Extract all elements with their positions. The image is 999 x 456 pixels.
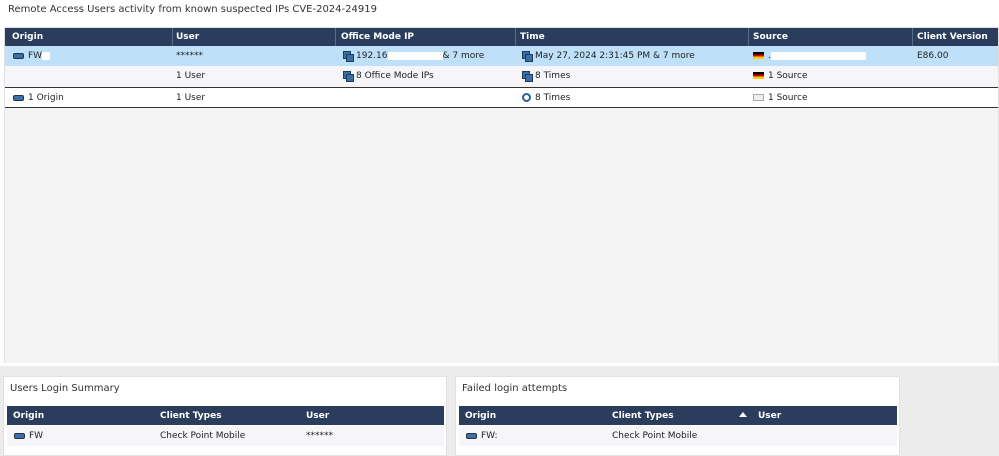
col-time[interactable]: Time <box>520 32 545 42</box>
col-origin[interactable]: Origin <box>12 32 43 42</box>
multi-value-icon <box>522 51 533 62</box>
cell-time: May 27, 2024 2:31:45 PM & 7 more <box>522 51 695 62</box>
panel-title: Failed login attempts <box>462 383 568 394</box>
redaction <box>42 51 51 60</box>
gateway-icon <box>14 432 25 439</box>
table-row-summary[interactable]: 1 User 8 Office Mode IPs 8 Times 1 Sourc… <box>5 66 998 86</box>
cell-ip: 192.16 & 7 more <box>343 51 485 62</box>
multi-value-icon <box>343 71 354 82</box>
cell-client-type: Check Point Mobile <box>612 431 698 441</box>
panel-title: Users Login Summary <box>10 383 120 394</box>
col-client-types[interactable]: Client Types <box>612 411 674 421</box>
cell-user: ****** <box>176 51 203 61</box>
col-user[interactable]: User <box>758 411 781 421</box>
col-office-mode-ip[interactable]: Office Mode IP <box>341 32 414 42</box>
time-text[interactable]: May 27, 2024 2:31:45 PM & 7 more <box>535 51 695 61</box>
redaction <box>770 51 866 60</box>
cell-origin: FW <box>13 51 51 61</box>
col-user[interactable]: User <box>306 411 329 421</box>
col-client-version[interactable]: Client Version <box>917 32 988 42</box>
cell-user: 1 User <box>176 93 206 103</box>
cell-client-version: E86.00 <box>917 51 949 61</box>
col-client-types[interactable]: Client Types <box>160 411 222 421</box>
cell-ip: 8 Office Mode IPs <box>343 71 434 82</box>
table-empty-area <box>5 109 998 363</box>
time-count-text[interactable]: 8 Times <box>535 71 570 81</box>
gateway-icon <box>13 94 24 101</box>
ip-text: 192.16 <box>356 51 388 61</box>
origin-text: FW <box>29 431 44 441</box>
origin-count-text[interactable]: 1 Origin <box>28 93 64 103</box>
multi-value-icon <box>522 71 533 82</box>
table-row[interactable]: FW: Check Point Mobile <box>459 426 897 446</box>
col-source[interactable]: Source <box>753 32 788 42</box>
germany-flag-icon <box>753 72 764 79</box>
cell-user: ****** <box>306 431 333 441</box>
redaction <box>387 51 443 60</box>
col-divider[interactable] <box>748 28 749 46</box>
activity-grid: Origin User Office Mode IP Time Source C… <box>4 27 999 363</box>
cell-origin: FW <box>14 431 43 441</box>
origin-text: FW <box>28 51 43 61</box>
cell-client-type: Check Point Mobile <box>160 431 246 441</box>
failed-login-attempts-panel: Failed login attempts Origin Client Type… <box>455 376 900 456</box>
time-count-text[interactable]: 8 Times <box>535 93 570 103</box>
source-count-text[interactable]: 1 Source <box>768 93 808 103</box>
source-count-text[interactable]: 1 Source <box>768 71 808 81</box>
main-report-panel: Remote Access Users activity from known … <box>0 0 999 366</box>
failed-logins-header: Origin Client Types User <box>459 406 897 425</box>
col-user[interactable]: User <box>176 32 199 42</box>
users-login-summary-panel: Users Login Summary Origin Client Types … <box>3 376 447 456</box>
col-origin[interactable]: Origin <box>465 411 496 421</box>
cell-source: . <box>753 51 866 61</box>
cell-source: 1 Source <box>753 93 808 103</box>
cell-time: 8 Times <box>522 93 570 103</box>
col-divider[interactable] <box>335 28 336 46</box>
chart-icon <box>753 94 764 101</box>
ip-count-text[interactable]: 8 Office Mode IPs <box>356 71 434 81</box>
sort-ascending-icon[interactable] <box>739 412 747 417</box>
cell-origin: 1 Origin <box>13 93 64 103</box>
col-divider[interactable] <box>515 28 516 46</box>
table-row-total[interactable]: 1 Origin 1 User 8 Times 1 Source <box>5 87 998 108</box>
col-divider[interactable] <box>172 28 173 46</box>
activity-grid-header: Origin User Office Mode IP Time Source C… <box>5 28 998 46</box>
cell-source: 1 Source <box>753 71 808 81</box>
report-title: Remote Access Users activity from known … <box>8 4 377 15</box>
clock-icon <box>522 93 531 102</box>
multi-value-icon <box>343 51 354 62</box>
gateway-icon <box>466 432 477 439</box>
cell-user: 1 User <box>176 71 206 81</box>
gateway-icon <box>13 52 24 59</box>
col-divider[interactable] <box>912 28 913 46</box>
ip-more-link[interactable]: & 7 more <box>443 51 485 61</box>
table-row-selected[interactable]: FW ****** 192.16 & 7 more May 27, 2024 2:… <box>5 46 998 66</box>
login-summary-header: Origin Client Types User <box>7 406 444 425</box>
cell-time: 8 Times <box>522 71 570 82</box>
origin-text: FW: <box>481 431 498 441</box>
table-row[interactable]: FW Check Point Mobile ****** <box>7 426 444 446</box>
cell-origin: FW: <box>466 431 498 441</box>
col-origin[interactable]: Origin <box>13 411 44 421</box>
germany-flag-icon <box>753 52 764 59</box>
